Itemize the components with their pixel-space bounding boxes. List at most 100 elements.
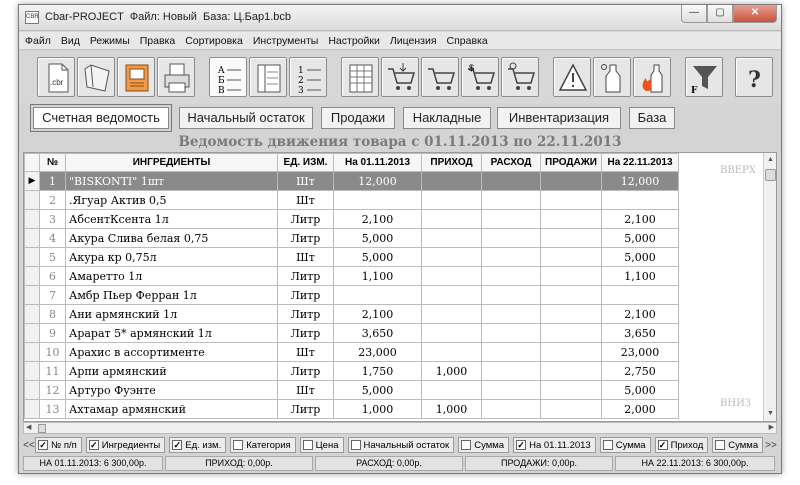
start-balance-cell[interactable] — [333, 190, 422, 210]
unit-cell[interactable]: Шт — [277, 247, 334, 267]
table-row[interactable]: 6 Амаретто 1л Литр 1,100 1,100 — [24, 266, 679, 286]
checkbox-unchecked-icon[interactable] — [233, 440, 244, 450]
end-balance-cell[interactable] — [601, 285, 679, 305]
sort-alpha-button[interactable]: AБВ — [209, 57, 247, 97]
expense-cell[interactable] — [481, 399, 541, 419]
row-number[interactable]: 7 — [39, 285, 66, 305]
table-row[interactable]: 12 Артуро Фуэнте Шт 5,000 5,000 — [24, 380, 679, 400]
scroll-left-arrow-icon[interactable]: ◀ — [26, 423, 31, 433]
column-toggle[interactable]: Категория — [230, 437, 296, 453]
start-balance-cell[interactable]: 5,000 — [333, 380, 422, 400]
table-row[interactable]: 8 Ани армянский 1л Литр 2,100 2,100 — [24, 304, 679, 324]
end-balance-cell[interactable]: 2,100 — [601, 304, 679, 324]
expense-cell[interactable] — [481, 209, 541, 229]
end-balance-cell[interactable] — [601, 190, 679, 210]
ingredient-name[interactable]: Артуро Фуэнте — [65, 380, 278, 400]
ingredient-name[interactable]: Ахтамар армянский — [65, 399, 278, 419]
row-number[interactable]: 4 — [39, 228, 66, 248]
header-end-date[interactable]: На 22.11.2013 — [601, 153, 679, 172]
print-button[interactable] — [157, 57, 195, 97]
checkbox-checked-icon[interactable]: ✓ — [172, 440, 183, 450]
menu-settings[interactable]: Настройки — [328, 35, 380, 47]
row-indicator[interactable] — [24, 399, 40, 419]
help-button[interactable]: ? — [735, 57, 773, 97]
start-balance-cell[interactable]: 2,100 — [333, 209, 422, 229]
checkbox-checked-icon[interactable]: ✓ — [38, 440, 48, 450]
income-cell[interactable] — [421, 228, 482, 248]
header-ingredients[interactable]: ИНГРЕДИЕНТЫ — [65, 153, 278, 172]
ingredient-name[interactable]: Акура Слива белая 0,75 — [65, 228, 278, 248]
menu-license[interactable]: Лицензия — [390, 35, 437, 47]
income-cell[interactable] — [421, 190, 482, 210]
start-balance-cell[interactable]: 12,000 — [333, 171, 422, 191]
end-balance-cell[interactable]: 1,100 — [601, 266, 679, 286]
sales-cell[interactable] — [540, 171, 602, 191]
row-indicator[interactable] — [24, 342, 40, 362]
end-balance-cell[interactable]: 12,000 — [601, 171, 679, 191]
table-grid-button[interactable] — [341, 57, 379, 97]
header-expense[interactable]: РАСХОД — [481, 153, 541, 172]
header-sales[interactable]: ПРОДАЖИ — [540, 153, 602, 172]
row-number[interactable]: 12 — [39, 380, 66, 400]
unit-cell[interactable]: Литр — [277, 228, 334, 248]
sales-cell[interactable] — [540, 380, 602, 400]
start-balance-cell[interactable] — [333, 285, 422, 305]
expense-cell[interactable] — [481, 323, 541, 343]
unit-cell[interactable]: Литр — [277, 323, 334, 343]
sales-cell[interactable] — [540, 266, 602, 286]
tab-invoices[interactable]: Накладные — [403, 107, 491, 129]
income-cell[interactable] — [421, 266, 482, 286]
column-toggle[interactable]: Цена — [299, 437, 344, 453]
menu-tools[interactable]: Инструменты — [253, 35, 318, 47]
income-cell[interactable]: 1,000 — [421, 399, 482, 419]
sort-numeric-button[interactable]: 123 — [289, 57, 327, 97]
tab-sales[interactable]: Продажи — [321, 107, 395, 129]
checkbox-checked-icon[interactable]: ✓ — [657, 440, 668, 450]
sales-cell[interactable] — [540, 323, 602, 343]
checkbox-unchecked-icon[interactable] — [715, 440, 726, 450]
cart-money-button[interactable]: $ — [461, 57, 499, 97]
column-toggle[interactable]: ✓ Приход — [654, 437, 709, 453]
horizontal-scrollbar[interactable]: ◀ ▶ — [23, 422, 777, 434]
start-balance-cell[interactable]: 5,000 — [333, 228, 422, 248]
expense-cell[interactable] — [481, 285, 541, 305]
ingredient-name[interactable]: Акура кр 0,75л — [65, 247, 278, 267]
unit-cell[interactable]: Шт — [277, 190, 334, 210]
income-cell[interactable] — [421, 304, 482, 324]
open-folder-button[interactable] — [77, 57, 115, 97]
filter-button[interactable]: F — [685, 57, 723, 97]
ingredient-name[interactable]: Амбр Пьер Ферран 1л — [65, 285, 278, 305]
end-balance-cell[interactable]: 5,000 — [601, 228, 679, 248]
table-row[interactable]: 5 Акура кр 0,75л Шт 5,000 5,000 — [24, 247, 679, 267]
column-toggle[interactable]: ✓ Ингредиенты — [85, 437, 166, 453]
scroll-up-label[interactable]: ВВЕРХ — [720, 165, 756, 176]
horizontal-scroll-thumb[interactable] — [38, 424, 46, 433]
scroll-right-arrow-icon[interactable]: ▶ — [769, 423, 774, 433]
expense-cell[interactable] — [481, 380, 541, 400]
row-number[interactable]: 10 — [39, 342, 66, 362]
sort-list-button[interactable] — [249, 57, 287, 97]
income-cell[interactable] — [421, 342, 482, 362]
column-toggle-next[interactable]: >> — [765, 440, 777, 451]
sales-cell[interactable] — [540, 285, 602, 305]
menu-file[interactable]: Файл — [25, 35, 51, 47]
column-toggle[interactable]: Сумма — [458, 437, 510, 453]
tab-account-statement[interactable]: Счетная ведомость — [33, 107, 169, 129]
row-indicator[interactable] — [24, 247, 40, 267]
ingredient-name[interactable]: Амаретто 1л — [65, 266, 278, 286]
sales-cell[interactable] — [540, 304, 602, 324]
unit-cell[interactable]: Литр — [277, 304, 334, 324]
unit-cell[interactable]: Шт — [277, 342, 334, 362]
table-row[interactable]: 7 Амбр Пьер Ферран 1л Литр — [24, 285, 679, 305]
income-cell[interactable] — [421, 171, 482, 191]
sales-cell[interactable] — [540, 399, 602, 419]
income-cell[interactable] — [421, 380, 482, 400]
sales-cell[interactable] — [540, 190, 602, 210]
checkbox-checked-icon[interactable]: ✓ — [88, 440, 99, 450]
sales-cell[interactable] — [540, 342, 602, 362]
ingredient-name[interactable]: .Ягуар Актив 0,5 — [65, 190, 278, 210]
end-balance-cell[interactable]: 3,650 — [601, 323, 679, 343]
sales-cell[interactable] — [540, 361, 602, 381]
row-number[interactable]: 9 — [39, 323, 66, 343]
row-number[interactable]: 5 — [39, 247, 66, 267]
